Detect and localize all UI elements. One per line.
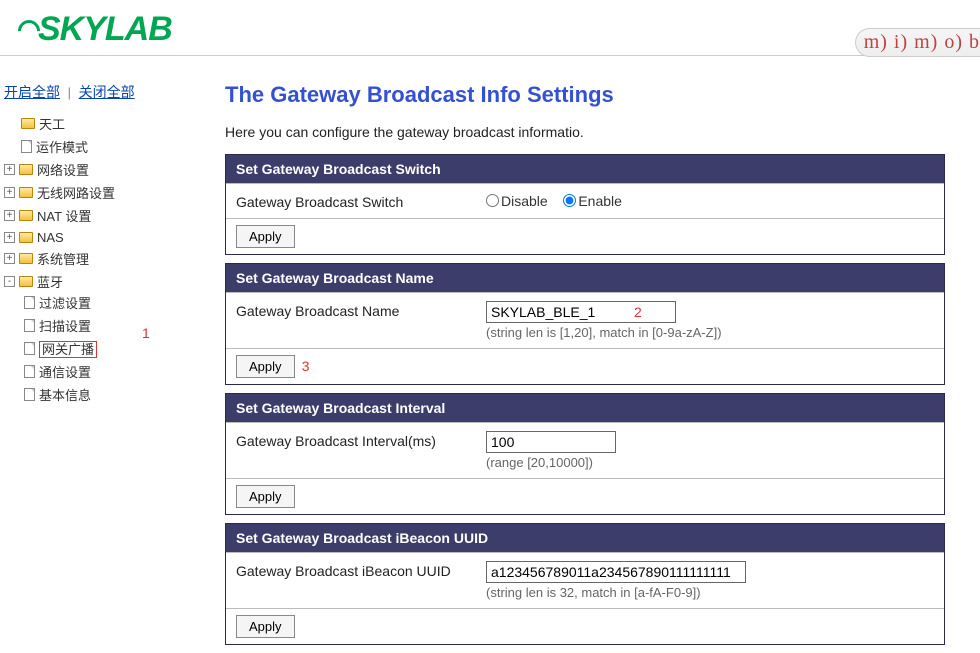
enable-label: Enable (578, 193, 622, 209)
nav-item-system[interactable]: +系统管理 (4, 247, 200, 270)
apply-switch-button[interactable]: Apply (236, 225, 295, 248)
nav-item-broadcast[interactable]: 网关广播 (24, 337, 200, 360)
disable-radio[interactable] (486, 194, 499, 207)
sidebar-top-links: 开启全部 | 关闭全部 (0, 82, 200, 102)
folder-icon (19, 276, 33, 287)
uuid-value: (string len is 32, match in [a-fA-F0-9]) (486, 561, 934, 600)
main-content: The Gateway Broadcast Info Settings Here… (225, 82, 945, 653)
logo: SKYLAB (18, 10, 172, 49)
folder-icon (19, 164, 33, 175)
switch-value: Disable Enable (486, 192, 934, 209)
page-description: Here you can configure the gateway broad… (225, 124, 945, 140)
nav-tree: 天工 运作模式 +网络设置 +无线网路设置 +NAT 设置 +NAS +系统管理… (0, 112, 200, 408)
section-name: Set Gateway Broadcast Name Gateway Broad… (225, 263, 945, 385)
name-value: 2 (string len is [1,20], match in [0-9a-… (486, 301, 934, 340)
name-hint: (string len is [1,20], match in [0-9a-zA… (486, 325, 934, 340)
nav-item-scan[interactable]: 扫描设置 (24, 314, 200, 337)
sidebar: 开启全部 | 关闭全部 天工 运作模式 +网络设置 +无线网路设置 +NAT 设… (0, 82, 200, 408)
file-icon (24, 296, 35, 309)
apply-uuid-button[interactable]: Apply (236, 615, 295, 638)
expand-icon[interactable]: + (4, 210, 15, 221)
name-label: Gateway Broadcast Name (236, 301, 486, 319)
nav-item-nas[interactable]: +NAS (4, 227, 200, 247)
file-icon (24, 365, 35, 378)
apply-name-button[interactable]: Apply (236, 355, 295, 378)
name-input[interactable] (486, 301, 676, 323)
apply-interval-button[interactable]: Apply (236, 485, 295, 508)
mimo-logo: m) i) m) o) b (855, 28, 980, 57)
annotation-2: 2 (634, 304, 642, 320)
folder-icon (19, 187, 33, 198)
folder-icon (21, 118, 35, 129)
nav-item-basic[interactable]: 基本信息 (24, 383, 200, 406)
section-switch: Set Gateway Broadcast Switch Gateway Bro… (225, 154, 945, 255)
enable-radio[interactable] (563, 194, 576, 207)
nav-item-nat[interactable]: +NAT 设置 (4, 204, 200, 227)
section-interval: Set Gateway Broadcast Interval Gateway B… (225, 393, 945, 515)
section-interval-header: Set Gateway Broadcast Interval (226, 394, 944, 422)
header: SKYLAB m) i) m) o) b (0, 0, 980, 56)
interval-hint: (range [20,10000]) (486, 455, 934, 470)
file-icon (21, 140, 32, 153)
uuid-hint: (string len is 32, match in [a-fA-F0-9]) (486, 585, 934, 600)
nav-item-bluetooth[interactable]: -蓝牙 过滤设置 扫描设置 网关广播 通信设置 基本信息 (4, 270, 200, 408)
folder-icon (19, 232, 33, 243)
nav-item-tiangong[interactable]: 天工 (4, 112, 200, 135)
nav-item-wireless[interactable]: +无线网路设置 (4, 181, 200, 204)
section-uuid: Set Gateway Broadcast iBeacon UUID Gatew… (225, 523, 945, 645)
page-title: The Gateway Broadcast Info Settings (225, 82, 945, 108)
expand-icon[interactable]: + (4, 187, 15, 198)
nav-item-network[interactable]: +网络设置 (4, 158, 200, 181)
folder-icon (19, 253, 33, 264)
annotation-1: 1 (142, 325, 150, 341)
separator: | (68, 85, 71, 100)
switch-label: Gateway Broadcast Switch (236, 192, 486, 210)
section-switch-header: Set Gateway Broadcast Switch (226, 155, 944, 183)
nav-item-comm[interactable]: 通信设置 (24, 360, 200, 383)
expand-icon[interactable]: + (4, 232, 15, 243)
disable-label: Disable (501, 193, 548, 209)
folder-icon (19, 210, 33, 221)
interval-label: Gateway Broadcast Interval(ms) (236, 431, 486, 449)
section-name-header: Set Gateway Broadcast Name (226, 264, 944, 292)
interval-input[interactable] (486, 431, 616, 453)
file-icon (24, 388, 35, 401)
expand-icon[interactable]: + (4, 253, 15, 264)
file-icon (24, 342, 35, 355)
uuid-label: Gateway Broadcast iBeacon UUID (236, 561, 486, 579)
close-all-link[interactable]: 关闭全部 (79, 84, 135, 100)
expand-icon[interactable]: + (4, 164, 15, 175)
uuid-input[interactable] (486, 561, 746, 583)
section-uuid-header: Set Gateway Broadcast iBeacon UUID (226, 524, 944, 552)
open-all-link[interactable]: 开启全部 (4, 84, 60, 100)
nav-item-filter[interactable]: 过滤设置 (24, 291, 200, 314)
file-icon (24, 319, 35, 332)
nav-item-mode[interactable]: 运作模式 (4, 135, 200, 158)
interval-value: (range [20,10000]) (486, 431, 934, 470)
collapse-icon[interactable]: - (4, 276, 15, 287)
annotation-3: 3 (302, 358, 310, 374)
